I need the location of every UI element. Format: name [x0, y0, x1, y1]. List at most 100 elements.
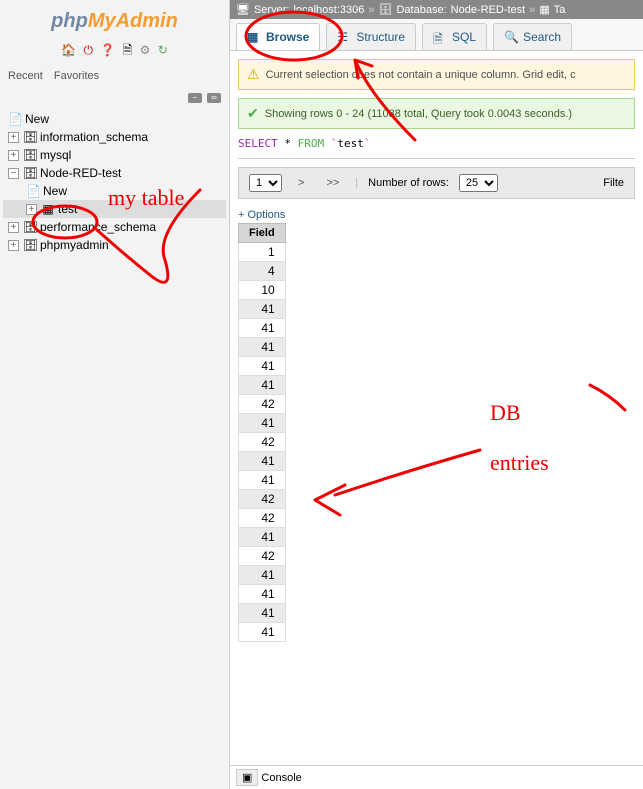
table-row[interactable]: 41 — [239, 357, 286, 376]
table-row[interactable]: 42 — [239, 490, 286, 509]
table-row[interactable]: 41 — [239, 566, 286, 585]
browse-icon: ▦ — [247, 30, 261, 44]
table-row[interactable]: 42 — [239, 395, 286, 414]
cell-field[interactable]: 1 — [239, 243, 286, 262]
home-icon[interactable]: 🏠 — [61, 43, 76, 57]
tree-node-test[interactable]: + ▦ test — [3, 200, 226, 218]
cell-field[interactable]: 41 — [239, 338, 286, 357]
table-row[interactable]: 41 — [239, 452, 286, 471]
options-toggle[interactable]: + Options — [238, 209, 635, 221]
table-row[interactable]: 42 — [239, 547, 286, 566]
cell-field[interactable]: 41 — [239, 623, 286, 642]
sql-icon[interactable]: 🗎 — [123, 43, 133, 57]
tree-performance-schema[interactable]: + 🗄 performance_schema — [3, 218, 226, 236]
expand-icon[interactable]: + — [8, 132, 19, 143]
table-row[interactable]: 42 — [239, 433, 286, 452]
cell-field[interactable]: 10 — [239, 281, 286, 300]
db-link[interactable]: Node-RED-test — [451, 4, 526, 16]
column-header-field[interactable]: Field — [239, 224, 286, 243]
tab-recent[interactable]: Recent — [8, 70, 43, 82]
cell-field[interactable]: 41 — [239, 357, 286, 376]
filter-label: Filte — [603, 177, 624, 189]
tab-sql[interactable]: 🗎 SQL — [422, 23, 487, 50]
db-icon: 🗄 — [23, 220, 37, 234]
last-page-button[interactable]: >> — [320, 175, 345, 191]
rows-select[interactable]: 25 — [459, 174, 498, 192]
next-page-button[interactable]: > — [292, 175, 310, 191]
cell-field[interactable]: 41 — [239, 319, 286, 338]
cell-field[interactable]: 41 — [239, 566, 286, 585]
logout-icon[interactable]: ⏻ — [83, 43, 93, 57]
table-icon: ▦ — [539, 3, 549, 16]
cell-field[interactable]: 42 — [239, 490, 286, 509]
cell-field[interactable]: 42 — [239, 395, 286, 414]
table-row[interactable]: 41 — [239, 623, 286, 642]
sidebar: phpMyAdmin 🏠 ⏻ ❓ 🗎 ⚙ ↻ Recent Favorites … — [0, 0, 230, 789]
cell-field[interactable]: 41 — [239, 585, 286, 604]
table-row[interactable]: 41 — [239, 376, 286, 395]
table-row[interactable]: 41 — [239, 300, 286, 319]
tree-node-red-test[interactable]: − 🗄 Node-RED-test — [3, 164, 226, 182]
cell-field[interactable]: 42 — [239, 433, 286, 452]
collapse-icon[interactable]: − — [188, 93, 202, 103]
structure-icon: ☷ — [337, 30, 351, 44]
cell-field[interactable]: 41 — [239, 414, 286, 433]
db-icon: 🗄 — [23, 148, 37, 162]
main-panel: 🖥 Server: localhost:3306 » 🗄 Database: N… — [230, 0, 643, 789]
tree-information-schema[interactable]: + 🗄 information_schema — [3, 128, 226, 146]
warning-icon: ⚠ — [247, 66, 260, 83]
cell-field[interactable]: 41 — [239, 452, 286, 471]
table-row[interactable]: 42 — [239, 509, 286, 528]
page-select[interactable]: 1 — [249, 174, 282, 192]
table-row[interactable]: 41 — [239, 471, 286, 490]
table-row[interactable]: 41 — [239, 528, 286, 547]
expand-icon[interactable]: + — [8, 222, 19, 233]
success-message: ✔ Showing rows 0 - 24 (11088 total, Quer… — [238, 98, 635, 129]
collapse-icon[interactable]: − — [8, 168, 19, 179]
tree-node-new[interactable]: 📄 New — [3, 182, 226, 200]
cell-field[interactable]: 42 — [239, 547, 286, 566]
table-row[interactable]: 41 — [239, 319, 286, 338]
expand-icon[interactable]: + — [8, 150, 19, 161]
tab-favorites[interactable]: Favorites — [54, 70, 99, 82]
console-toggle-icon[interactable]: ▣ — [236, 769, 258, 786]
table-row[interactable]: 41 — [239, 338, 286, 357]
tree-new[interactable]: 📄 New — [3, 110, 226, 128]
cell-field[interactable]: 41 — [239, 376, 286, 395]
breadcrumb: 🖥 Server: localhost:3306 » 🗄 Database: N… — [230, 0, 643, 19]
table-row[interactable]: 10 — [239, 281, 286, 300]
logo[interactable]: phpMyAdmin — [0, 5, 229, 38]
settings-icon[interactable]: ⚙ — [140, 43, 151, 57]
tree-phpmyadmin[interactable]: + 🗄 phpmyadmin — [3, 236, 226, 254]
cell-field[interactable]: 41 — [239, 604, 286, 623]
tab-search[interactable]: 🔍 Search — [493, 23, 572, 50]
cell-field[interactable]: 41 — [239, 300, 286, 319]
rows-label: Number of rows: — [368, 177, 449, 189]
table-row[interactable]: 1 — [239, 243, 286, 262]
cell-field[interactable]: 4 — [239, 262, 286, 281]
table-row[interactable]: 41 — [239, 414, 286, 433]
tree-mysql[interactable]: + 🗄 mysql — [3, 146, 226, 164]
tab-browse[interactable]: ▦ Browse — [236, 23, 320, 50]
table-icon: ▦ — [41, 202, 55, 216]
sql-query: SELECT * FROM `test` — [238, 137, 635, 150]
reload-icon[interactable]: ↻ — [158, 43, 168, 57]
table-row[interactable]: 41 — [239, 604, 286, 623]
cell-field[interactable]: 41 — [239, 471, 286, 490]
docs-icon[interactable]: ❓ — [100, 43, 115, 57]
check-icon: ✔ — [247, 105, 259, 122]
server-link[interactable]: localhost:3306 — [293, 4, 364, 16]
new-icon: 📄 — [26, 184, 40, 198]
collapse-controls: − ∞ — [0, 87, 229, 105]
cell-field[interactable]: 41 — [239, 528, 286, 547]
console-bar[interactable]: ▣ Console — [230, 765, 643, 789]
expand-icon[interactable]: ∞ — [207, 93, 221, 103]
tab-structure[interactable]: ☷ Structure — [326, 23, 416, 50]
expand-icon[interactable]: + — [8, 240, 19, 251]
table-row[interactable]: 4 — [239, 262, 286, 281]
table-row[interactable]: 41 — [239, 585, 286, 604]
db-tree: 📄 New + 🗄 information_schema + 🗄 mysql −… — [0, 105, 229, 259]
search-icon: 🔍 — [504, 30, 518, 44]
expand-icon[interactable]: + — [26, 204, 37, 215]
cell-field[interactable]: 42 — [239, 509, 286, 528]
